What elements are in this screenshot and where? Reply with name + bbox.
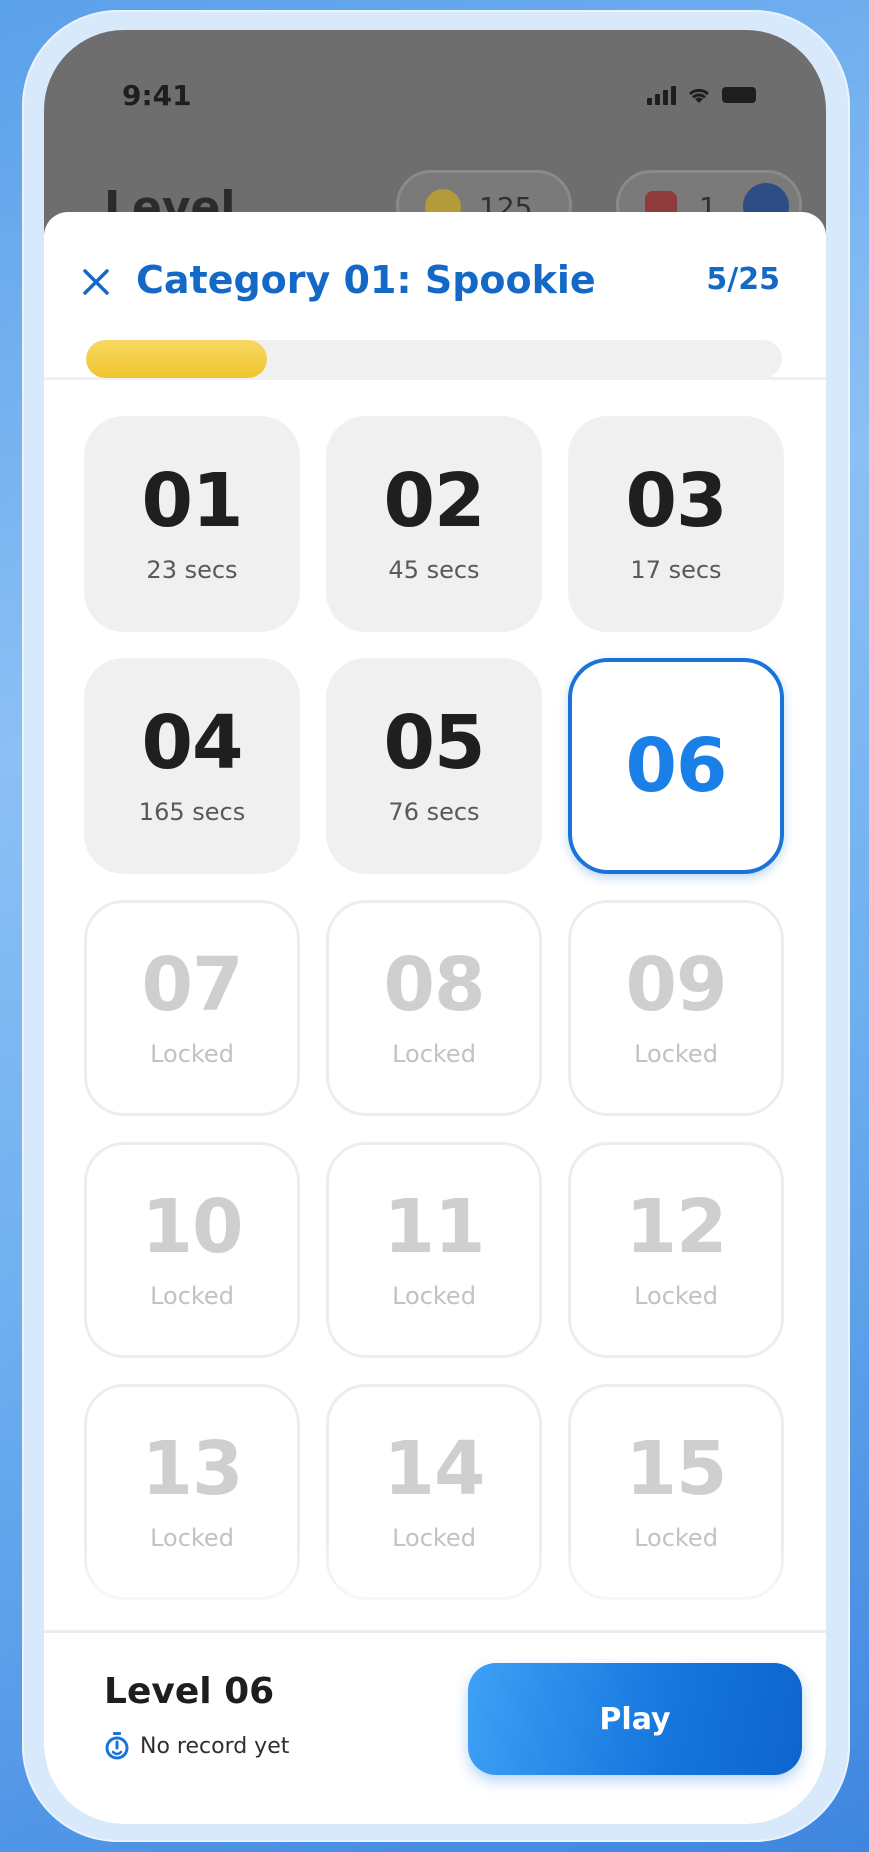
- level-number: 04: [141, 700, 244, 786]
- level-time: 165 secs: [138, 798, 246, 826]
- battery-icon: [722, 87, 756, 103]
- level-number: 02: [383, 458, 486, 544]
- level-number: 01: [141, 458, 244, 544]
- level-number: 05: [383, 700, 486, 786]
- level-tile-09: 09 Locked: [568, 900, 784, 1116]
- stopwatch-icon: [105, 1732, 129, 1760]
- locked-label: Locked: [150, 1040, 234, 1068]
- wifi-icon: [688, 88, 710, 103]
- level-number: 13: [141, 1426, 244, 1512]
- play-button[interactable]: Play: [468, 1663, 802, 1775]
- record-info: No record yet: [104, 1731, 289, 1761]
- record-text: No record yet: [140, 1733, 290, 1759]
- level-number: 03: [625, 458, 728, 544]
- level-number: 08: [383, 942, 486, 1028]
- level-time: 76 secs: [388, 798, 480, 826]
- level-select-sheet: Category 01: Spookie 5/25 01 23 secs 02 45 …: [44, 212, 826, 1824]
- level-tile-08: 08 Locked: [326, 900, 542, 1116]
- status-time: 9:41: [122, 78, 192, 112]
- sheet-header: Category 01: Spookie 5/25: [44, 212, 826, 380]
- locked-label: Locked: [150, 1282, 234, 1310]
- level-number: 11: [383, 1184, 486, 1270]
- progress-bar: [86, 340, 782, 378]
- footer: Level 06 No record yet Play: [44, 1630, 826, 1824]
- level-tile-03[interactable]: 03 17 secs: [568, 416, 784, 632]
- level-number: 06: [625, 723, 728, 809]
- level-tile-04[interactable]: 04 165 secs: [84, 658, 300, 874]
- level-time: 23 secs: [146, 556, 238, 584]
- level-time: 45 secs: [388, 556, 480, 584]
- status-icons: [647, 85, 756, 105]
- level-tile-12: 12 Locked: [568, 1142, 784, 1358]
- level-number: 15: [625, 1426, 728, 1512]
- locked-label: Locked: [634, 1282, 718, 1310]
- level-tile-11: 11 Locked: [326, 1142, 542, 1358]
- locked-label: Locked: [392, 1282, 476, 1310]
- level-number: 14: [383, 1426, 486, 1512]
- progress-fill: [86, 340, 267, 378]
- level-tile-10: 10 Locked: [84, 1142, 300, 1358]
- signal-icon: [647, 85, 676, 105]
- phone-screen: 9:41 Level 125 1 Category 01: Spookie 5/…: [44, 30, 826, 1824]
- level-number: 10: [141, 1184, 244, 1270]
- status-bar: 9:41: [44, 30, 826, 160]
- scroll-fade: [44, 1542, 826, 1632]
- progress-count: 5/25: [706, 262, 780, 297]
- level-number: 09: [625, 942, 728, 1028]
- level-number: 12: [625, 1184, 728, 1270]
- selected-level-label: Level 06: [104, 1671, 275, 1712]
- level-time: 17 secs: [630, 556, 722, 584]
- locked-label: Locked: [392, 1040, 476, 1068]
- level-tile-01[interactable]: 01 23 secs: [84, 416, 300, 632]
- level-tile-07: 07 Locked: [84, 900, 300, 1116]
- level-tile-05[interactable]: 05 76 secs: [326, 658, 542, 874]
- close-icon[interactable]: [78, 264, 114, 300]
- level-number: 07: [141, 942, 244, 1028]
- locked-label: Locked: [634, 1040, 718, 1068]
- level-tile-02[interactable]: 02 45 secs: [326, 416, 542, 632]
- level-tile-06[interactable]: 06: [568, 658, 784, 874]
- category-title: Category 01: Spookie: [136, 258, 596, 302]
